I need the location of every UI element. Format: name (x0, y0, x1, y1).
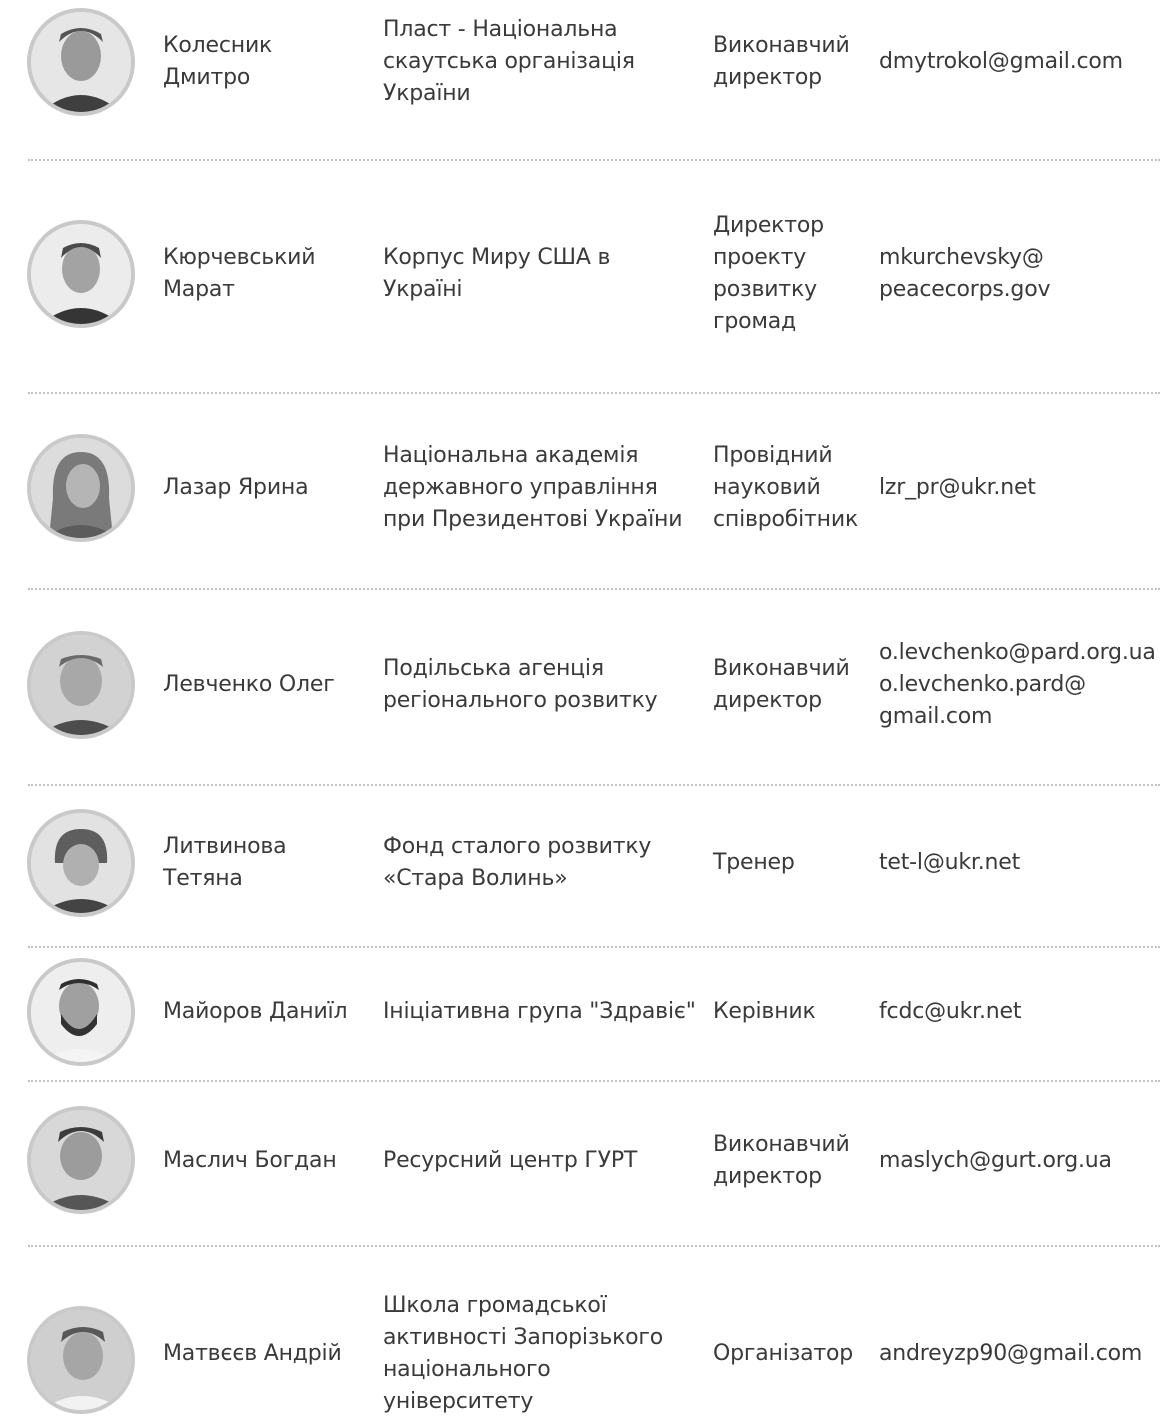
organization-name: Подільська агенція регіонального розвитк… (383, 656, 658, 713)
email-address[interactable]: fcdc@ukr.net (879, 956, 1169, 1068)
position-title: Тренер (713, 850, 795, 875)
position-title: Керівник (713, 999, 816, 1024)
email-address[interactable]: dmytrokol@gmail.com (879, 0, 1169, 124)
person-photo (27, 8, 135, 116)
person-photo (27, 220, 135, 328)
organization-name: Національна академія державного управлін… (383, 443, 683, 532)
row-divider (28, 784, 1160, 786)
row-divider (28, 588, 1160, 590)
email-address[interactable]: mkurchevsky@ peacecorps.gov (879, 206, 1169, 342)
organization-name: Школа громадської активності Запорізьког… (383, 1293, 664, 1414)
person-photo (27, 1106, 135, 1214)
table-row: Левченко Олег Подільська агенція регіона… (0, 628, 1176, 742)
organization-name: Пласт - Національна скаутська організаці… (383, 17, 635, 106)
organization-name: Фонд сталого розвитку «Стара Волинь» (383, 834, 652, 891)
table-row: Литвинова Тетяна Фонд сталого розвитку «… (0, 806, 1176, 920)
person-name: Лазар Ярина (163, 475, 309, 500)
person-photo (27, 434, 135, 542)
person-name: Колесник Дмитро (163, 33, 273, 90)
person-photo (27, 958, 135, 1066)
person-name: Левченко Олег (163, 672, 335, 697)
organization-name: Ініціативна група "Здравіє" (383, 999, 696, 1024)
row-divider (28, 1080, 1160, 1082)
person-photo (27, 631, 135, 739)
row-divider (28, 946, 1160, 948)
email-address[interactable]: maslych@gurt.org.ua (879, 1104, 1169, 1218)
email-address[interactable]: tet-l@ukr.net (879, 806, 1169, 920)
position-title: Виконавчий директор (713, 656, 850, 713)
row-divider (28, 159, 1160, 161)
row-divider (28, 392, 1160, 394)
email-address[interactable]: lzr_pr@ukr.net (879, 430, 1169, 546)
contacts-table: Колесник Дмитро Пласт - Національна скау… (0, 0, 1176, 1416)
person-photo (27, 1306, 135, 1414)
person-name: Майоров Даниїл (163, 999, 348, 1024)
person-name: Кюрчевський Марат (163, 245, 316, 302)
table-row: Колесник Дмитро Пласт - Національна скау… (0, 0, 1176, 124)
position-title: Виконавчий директор (713, 1132, 850, 1189)
table-row: Лазар Ярина Національна академія державн… (0, 430, 1176, 546)
person-name: Матвєєв Андрій (163, 1341, 342, 1366)
person-name: Маслич Богдан (163, 1148, 337, 1173)
row-divider (28, 1245, 1160, 1247)
organization-name: Ресурсний центр ГУРТ (383, 1148, 638, 1173)
table-row: Матвєєв Андрій Школа громадської активно… (0, 1292, 1176, 1416)
position-title: Директор проекту розвитку громад (713, 213, 824, 334)
table-row: Майоров Даниїл Ініціативна група "Здраві… (0, 956, 1176, 1068)
person-photo (27, 809, 135, 917)
person-name: Литвинова Тетяна (163, 834, 287, 891)
position-title: Організатор (713, 1341, 854, 1366)
table-row: Кюрчевський Марат Корпус Миру США в Укра… (0, 206, 1176, 342)
email-address[interactable]: andreyzp90@gmail.com (879, 1292, 1169, 1416)
position-title: Провідний науковий співробітник (713, 443, 859, 532)
table-row: Маслич Богдан Ресурсний центр ГУРТ Викон… (0, 1104, 1176, 1218)
position-title: Виконавчий директор (713, 33, 850, 90)
organization-name: Корпус Миру США в Україні (383, 245, 611, 302)
email-address[interactable]: o.levchenko@pard.org.ua o.levchenko.pard… (879, 628, 1169, 742)
